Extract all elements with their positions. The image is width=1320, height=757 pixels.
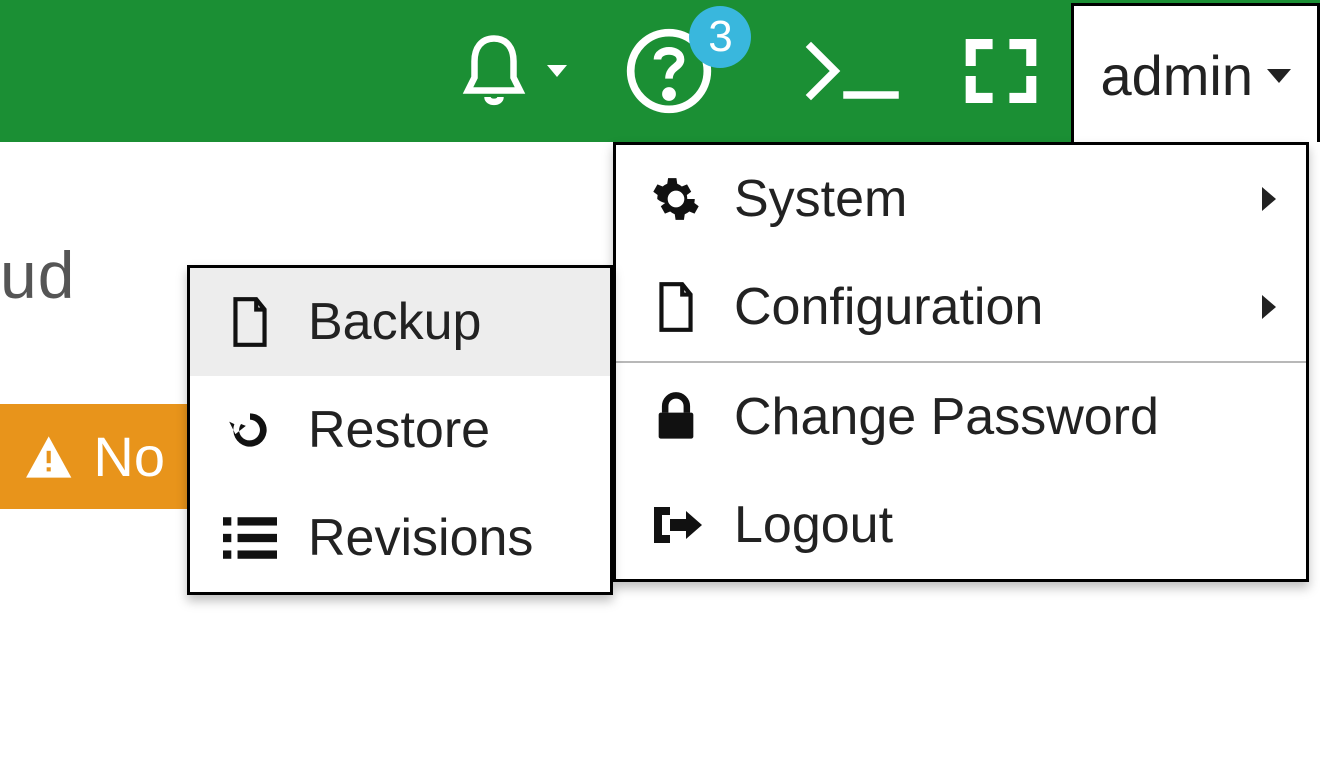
user-dropdown-menu: System Configuration Change Password — [613, 142, 1309, 582]
page-title: ud — [0, 237, 75, 313]
submenu-item-restore[interactable]: Restore — [190, 376, 610, 484]
warning-text: No — [93, 424, 165, 489]
gear-icon — [651, 174, 701, 224]
document-icon — [654, 280, 698, 334]
warning-banner: No — [0, 404, 189, 509]
terminal-button[interactable] — [775, 0, 931, 142]
menu-item-system[interactable]: System — [616, 145, 1306, 253]
help-button[interactable]: 3 — [595, 0, 775, 142]
restore-icon — [225, 405, 275, 455]
submenu-item-revisions[interactable]: Revisions — [190, 484, 610, 592]
notifications-button[interactable] — [427, 0, 595, 142]
top-navbar: 3 admin — [0, 0, 1320, 142]
menu-item-change-password[interactable]: Change Password — [616, 363, 1306, 471]
menu-item-logout[interactable]: Logout — [616, 471, 1306, 579]
lock-icon — [654, 391, 698, 443]
user-label: admin — [1100, 43, 1253, 108]
chevron-down-icon — [547, 65, 567, 77]
menu-label: Backup — [308, 292, 580, 352]
fullscreen-button[interactable] — [931, 0, 1071, 142]
menu-label: System — [734, 169, 1234, 229]
notification-badge: 3 — [689, 6, 751, 68]
menu-label: Restore — [308, 400, 580, 460]
terminal-icon — [803, 41, 903, 101]
fullscreen-icon — [959, 34, 1043, 108]
chevron-right-icon — [1262, 187, 1276, 211]
menu-item-configuration[interactable]: Configuration — [616, 253, 1306, 361]
menu-label: Change Password — [734, 387, 1276, 447]
user-menu-button[interactable]: admin — [1071, 3, 1320, 145]
document-icon — [228, 295, 272, 349]
bell-icon — [455, 28, 533, 114]
list-icon — [223, 516, 277, 560]
menu-label: Configuration — [734, 277, 1234, 337]
menu-label: Logout — [734, 495, 1276, 555]
chevron-right-icon — [1262, 295, 1276, 319]
warning-icon — [24, 433, 73, 481]
topbar-items: 3 admin — [427, 0, 1320, 142]
menu-label: Revisions — [308, 508, 580, 568]
chevron-down-icon — [1267, 69, 1291, 83]
submenu-item-backup[interactable]: Backup — [190, 268, 610, 376]
configuration-submenu: Backup Restore Revisions — [187, 265, 613, 595]
logout-icon — [650, 501, 702, 549]
